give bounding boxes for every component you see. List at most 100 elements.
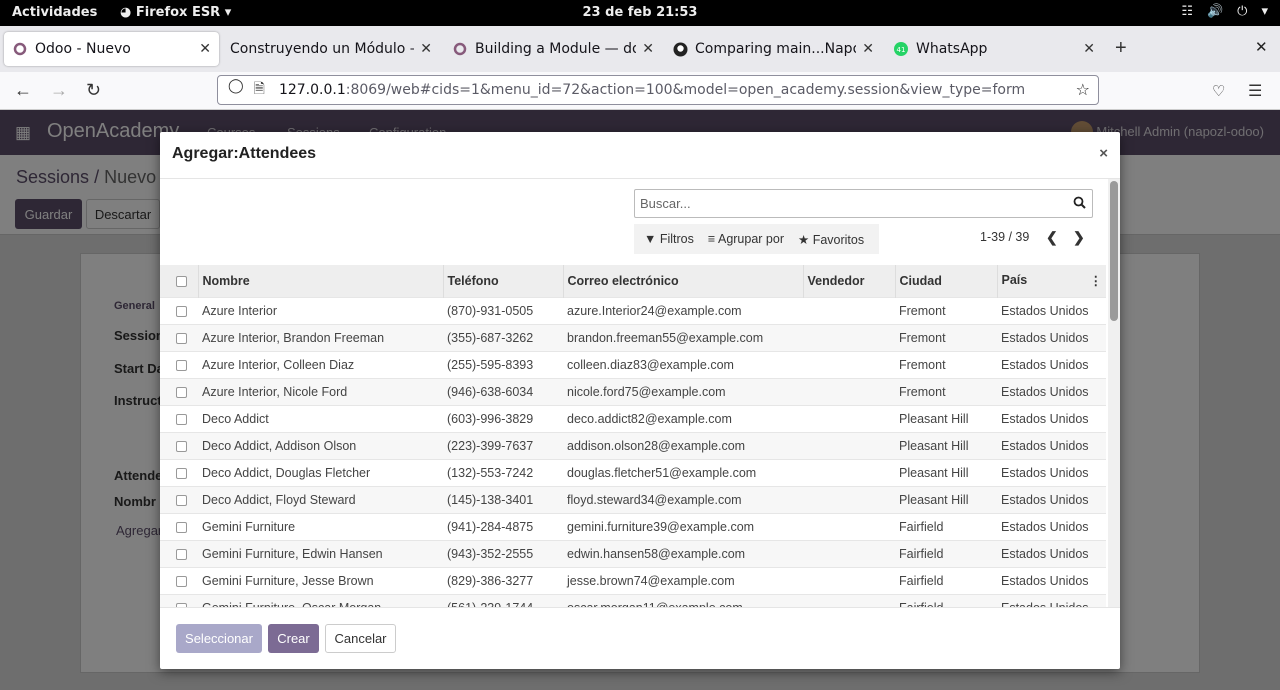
chevron-down-icon: ▾ [1261,4,1268,19]
table-row[interactable]: Gemini Furniture (941)-284-4875 gemini.fur… [160,512,1106,540]
column-header[interactable]: Teléfono [443,265,564,297]
close-icon[interactable]: × [1099,145,1108,162]
create-button[interactable]: Crear [268,624,319,653]
search-input[interactable] [640,196,1060,211]
table-cell-city: Fairfield [895,512,997,540]
filter-icon: ▼ [644,232,657,246]
row-checkbox[interactable] [176,494,187,506]
table-cell-city: Fairfield [895,593,997,607]
row-checkbox[interactable] [176,440,187,452]
select-button[interactable]: Seleccionar [176,624,262,653]
row-checkbox[interactable] [176,521,187,533]
pocket-icon[interactable]: ♡ [1212,82,1225,100]
system-tray[interactable]: ☷ 🔊 ⏻ ▾ [1181,4,1268,19]
table-cell-email: floyd.steward34@example.com [563,485,803,513]
table-row[interactable]: Gemini Furniture, Edwin Hansen (943)-352-… [160,539,1106,567]
select-all-checkbox[interactable] [176,275,187,287]
row-checkbox[interactable] [176,575,187,587]
table-cell-name: Gemini Furniture, Jesse Brown [198,566,443,594]
table-row[interactable]: Azure Interior, Colleen Diaz (255)-595-83… [160,350,1106,378]
table-row[interactable]: Gemini Furniture, Oscar Morgan(561)-239-… [160,593,1106,607]
table-row[interactable]: Deco Addict, Douglas Fletcher (132)-553-7… [160,458,1106,486]
bookmark-star-icon[interactable]: ☆ [1076,80,1090,99]
group-by-label: Agrupar por [717,232,784,246]
chevron-right-icon[interactable]: ❯ [1073,229,1085,246]
search-options: ▼ Filtros ≡ Agrupar por ★ Favoritos [634,224,879,254]
scrollbar[interactable] [1108,179,1120,607]
table-row[interactable]: Deco Addict, Floyd Steward (145)-138-3401… [160,485,1106,513]
forward-icon[interactable]: → [50,80,68,101]
close-icon[interactable]: ✕ [862,41,874,57]
menu-icon[interactable]: ☰ [1248,81,1262,101]
browser-tab-4[interactable]: 41 WhatsApp ✕ [885,32,1103,66]
table-cell-phone: (223)-399-7637 [443,431,563,459]
column-header[interactable]: Vendedor [803,265,896,297]
browser-tab-2[interactable]: Building a Module — doc ✕ [444,32,662,66]
browser-tab-0[interactable]: Odoo - Nuevo ✕ [4,32,219,66]
table-cell-city: Fremont [895,377,997,405]
table-cell-email: azure.Interior24@example.com [563,296,803,324]
shield-icon[interactable]: ◯ [228,78,244,102]
table-row[interactable]: Azure Interior, Brandon Freeman (355)-687… [160,323,1106,351]
column-header[interactable]: Correo electrónico [563,265,804,297]
favorites-button[interactable]: ★ Favoritos [798,232,864,247]
browser-tab-1[interactable]: Construyendo un Módulo — ✕ [222,32,440,66]
close-icon[interactable]: ✕ [420,41,432,57]
power-icon: ⏻ [1237,4,1248,19]
row-checkbox[interactable] [176,467,187,479]
github-icon [672,41,688,57]
table-row[interactable]: Deco Addict, Addison Olson (223)-399-7637… [160,431,1106,459]
filters-button[interactable]: ▼ Filtros [644,232,694,246]
close-icon[interactable]: ✕ [199,41,211,57]
row-checkbox[interactable] [176,548,187,560]
attendees-table: Nombre Teléfono Correo electrónico Vende… [160,265,1106,607]
chevron-left-icon[interactable]: ❮ [1046,229,1058,246]
row-checkbox[interactable] [176,359,187,371]
page-icon[interactable]: 🗎 [254,78,265,102]
dialog-header: Agregar:Attendees × [160,132,1120,179]
scrollbar-thumb[interactable] [1110,181,1118,321]
group-by-button[interactable]: ≡ Agrupar por [708,232,784,246]
reload-icon[interactable]: ↻ [86,80,101,101]
table-cell-country: Estados Unidos [997,377,1106,405]
close-icon[interactable]: ✕ [1255,38,1268,56]
table-cell-salesperson [803,377,895,405]
url-bar[interactable]: ◯ 🗎 127.0.0.1:8069/web#cids=1&menu_id=72… [217,75,1099,105]
table-cell-country: Estados Unidos [997,350,1106,378]
table-cell-salesperson [803,350,895,378]
table-row[interactable]: Azure Interior, Nicole Ford (946)-638-603… [160,377,1106,405]
table-cell-country: Estados Unidos [997,404,1106,432]
row-checkbox[interactable] [176,305,187,317]
optional-columns-icon[interactable]: ⋮ [1090,273,1103,288]
table-cell-country: Estados Unidos [997,593,1106,607]
row-checkbox[interactable] [176,386,187,398]
column-header[interactable]: País ⋮ [997,265,1106,297]
pager-value[interactable]: 1-39 / 39 [980,230,1029,244]
row-checkbox[interactable] [176,332,187,344]
table-row[interactable]: Gemini Furniture, Jesse Brown (829)-386-3… [160,566,1106,594]
tab-title: Comparing main...NapoZ [695,41,857,57]
new-tab-button[interactable]: + [1115,37,1127,60]
close-icon[interactable]: ✕ [1083,41,1095,57]
back-icon[interactable]: ← [14,80,32,101]
app-menu[interactable]: ◕ Firefox ESR ▾ [120,5,231,20]
url-host: 127.0.0.1 [278,82,346,98]
table-cell-name: Deco Addict, Douglas Fletcher [198,458,443,486]
column-header[interactable]: Ciudad [895,265,998,297]
cancel-button[interactable]: Cancelar [325,624,396,653]
table-cell-email: brandon.freeman55@example.com [563,323,803,351]
table-cell-email: gemini.furniture39@example.com [563,512,803,540]
star-icon: ★ [798,232,810,247]
column-header[interactable]: Nombre [198,265,444,297]
table-cell-name: Gemini Furniture, Oscar Morgan [198,593,443,607]
close-icon[interactable]: ✕ [642,41,654,57]
search-icon[interactable] [1073,196,1086,212]
row-checkbox[interactable] [176,413,187,425]
browser-tab-3[interactable]: Comparing main...NapoZ ✕ [664,32,882,66]
table-cell-city: Fremont [895,323,997,351]
activities-button[interactable]: Actividades [12,5,97,20]
table-cell-salesperson [803,323,895,351]
table-cell-email: oscar.morgan11@example.com [563,593,803,607]
table-row[interactable]: Deco Addict (603)-996-3829 deco.addict82@e… [160,404,1106,432]
table-row[interactable]: Azure Interior (870)-931-0505 azure.Interi… [160,296,1106,324]
